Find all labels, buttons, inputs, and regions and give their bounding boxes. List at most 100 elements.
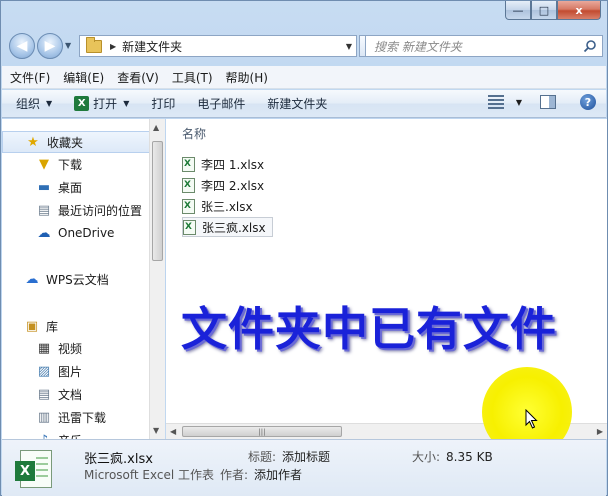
nav-recent-label: 最近访问的位置 (58, 203, 143, 218)
file-name: 张三疯.xlsx (202, 220, 266, 235)
menu-tools[interactable]: 工具(T) (172, 69, 213, 86)
nav-desktop[interactable]: ▬ 桌面 (2, 176, 150, 198)
new-folder-button[interactable]: 新建文件夹 (267, 95, 327, 112)
details-title-label: 标题: (248, 450, 277, 464)
wps-cloud-icon: ☁ (25, 271, 39, 287)
arrow-right-icon: ▶ (44, 38, 56, 54)
scroll-up-icon[interactable]: ▲ (153, 123, 159, 132)
nav-library[interactable]: ▣ 库 (2, 315, 150, 337)
nav-onedrive[interactable]: ☁ OneDrive (2, 222, 150, 244)
nav-videos[interactable]: ▦ 视频 (2, 337, 150, 359)
details-size-value: 8.35 KB (446, 450, 493, 464)
menu-help[interactable]: 帮助(H) (226, 69, 268, 86)
nav-downloads-label: 下载 (58, 157, 83, 172)
file-row[interactable]: 李四 2.xlsx (182, 175, 264, 195)
details-author-label: 作者: (220, 468, 249, 482)
menu-view[interactable]: 查看(V) (117, 69, 159, 86)
caption-buttons: — □ x (505, 1, 601, 21)
nav-xunlei[interactable]: ▥ 迅雷下载 (2, 406, 150, 428)
address-bar[interactable]: ▶ 新建文件夹 ▼ (79, 35, 357, 57)
scroll-left-icon[interactable]: ◀ (170, 427, 176, 436)
recent-pages-dropdown[interactable]: ▼ (65, 41, 71, 50)
file-row[interactable]: 张三.xlsx (182, 196, 253, 216)
nav-music[interactable]: ♪ 音乐 (2, 429, 150, 440)
print-button[interactable]: 打印 (151, 95, 175, 112)
details-title: 标题: 添加标题 (248, 448, 330, 465)
open-button[interactable]: X 打开 ▼ (74, 95, 129, 112)
nav-wps[interactable]: ☁ WPS云文档 (2, 268, 150, 290)
menu-bar: 文件(F) 编辑(E) 查看(V) 工具(T) 帮助(H) (2, 66, 606, 89)
file-row[interactable]: 李四 1.xlsx (182, 154, 264, 174)
picture-icon: ▨ (37, 363, 51, 379)
scroll-thumb[interactable]: ||| (182, 426, 342, 437)
excel-icon: X (74, 96, 90, 111)
column-header-name[interactable]: 名称 (182, 125, 206, 142)
nav-library-label: 库 (46, 319, 59, 334)
preview-pane-icon[interactable] (540, 95, 556, 109)
view-dropdown-icon[interactable]: ▼ (516, 98, 522, 107)
excel-file-icon (183, 219, 196, 235)
library-icon: ▣ (25, 318, 39, 334)
help-icon[interactable]: ? (580, 94, 596, 110)
file-name: 李四 2.xlsx (201, 178, 265, 193)
file-name: 李四 1.xlsx (201, 157, 265, 172)
nav-videos-label: 视频 (58, 341, 83, 356)
scroll-thumb[interactable] (152, 141, 163, 261)
excel-file-icon (182, 156, 195, 172)
details-size: 大小: 8.35 KB (412, 448, 493, 465)
organize-label: 组织 (16, 97, 41, 111)
scroll-right-icon[interactable]: ▶ (597, 427, 603, 436)
folder-icon (86, 36, 102, 53)
excel-badge-icon: X (15, 461, 35, 481)
explorer-window: — □ x ◀ ▶ ▼ ▶ 新建文件夹 ▼ ↻ 搜索 新建文件夹 文件(F) 编… (0, 0, 608, 496)
command-bar: 组织 ▼ X 打开 ▼ 打印 电子邮件 新建文件夹 ▼ ? (2, 90, 606, 118)
nav-favorites-label: 收藏夹 (47, 135, 84, 150)
excel-file-large-icon: X (15, 450, 52, 488)
document-icon: ▤ (37, 386, 51, 402)
chevron-down-icon: ▼ (46, 99, 53, 108)
details-author-value[interactable]: 添加作者 (254, 468, 302, 482)
nav-pictures-label: 图片 (58, 364, 83, 379)
nav-music-label: 音乐 (58, 432, 82, 440)
search-icon[interactable] (583, 39, 597, 53)
nav-onedrive-label: OneDrive (58, 226, 115, 240)
recent-places-icon: ▤ (37, 202, 51, 218)
nav-scrollbar[interactable]: ▲ ▼ (149, 119, 165, 439)
menu-edit[interactable]: 编辑(E) (63, 69, 104, 86)
download-folder-icon: ▼ (39, 156, 49, 172)
details-filetype: Microsoft Excel 工作表 (84, 468, 215, 482)
desktop-icon: ▬ (37, 179, 51, 195)
nav-favorites[interactable]: ★ 收藏夹 (2, 131, 150, 153)
nav-downloads[interactable]: ▼ 下载 (2, 153, 150, 175)
view-options-icon[interactable] (487, 95, 504, 109)
cloud-icon: ☁ (37, 225, 51, 241)
nav-pictures[interactable]: ▨ 图片 (2, 360, 150, 382)
details-author: 作者: 添加作者 (220, 466, 302, 483)
forward-button[interactable]: ▶ (37, 33, 63, 59)
close-button[interactable]: x (557, 1, 601, 20)
nav-recent[interactable]: ▤ 最近访问的位置 (2, 199, 150, 221)
arrow-left-icon: ◀ (16, 38, 28, 54)
maximize-button[interactable]: □ (531, 1, 557, 20)
excel-file-icon (182, 177, 195, 193)
details-title-value[interactable]: 添加标题 (282, 450, 330, 464)
nav-xunlei-label: 迅雷下载 (58, 410, 107, 425)
nav-documents[interactable]: ▤ 文档 (2, 383, 150, 405)
search-input[interactable]: 搜索 新建文件夹 (365, 35, 603, 57)
open-label: 打开 (93, 97, 118, 111)
scroll-down-icon[interactable]: ▼ (153, 426, 159, 435)
file-row-selected[interactable]: 张三疯.xlsx (182, 217, 273, 237)
excel-file-icon (182, 198, 195, 214)
minimize-button[interactable]: — (505, 1, 531, 20)
email-button[interactable]: 电子邮件 (197, 95, 245, 112)
menu-file[interactable]: 文件(F) (10, 69, 50, 86)
breadcrumb-chevron-icon[interactable]: ▶ (110, 42, 116, 51)
address-dropdown[interactable]: ▼ (346, 42, 352, 51)
back-button[interactable]: ◀ (9, 33, 35, 59)
organize-button[interactable]: 组织 ▼ (16, 95, 52, 112)
navigation-pane: ★ 收藏夹 ▼ 下载 ▬ 桌面 ▤ 最近访问的位置 ☁ OneDrive ☁ W… (2, 119, 150, 439)
breadcrumb-current[interactable]: 新建文件夹 (122, 38, 182, 55)
xunlei-folder-icon: ▥ (37, 409, 51, 425)
nav-desktop-label: 桌面 (58, 180, 83, 195)
nav-documents-label: 文档 (58, 387, 83, 402)
